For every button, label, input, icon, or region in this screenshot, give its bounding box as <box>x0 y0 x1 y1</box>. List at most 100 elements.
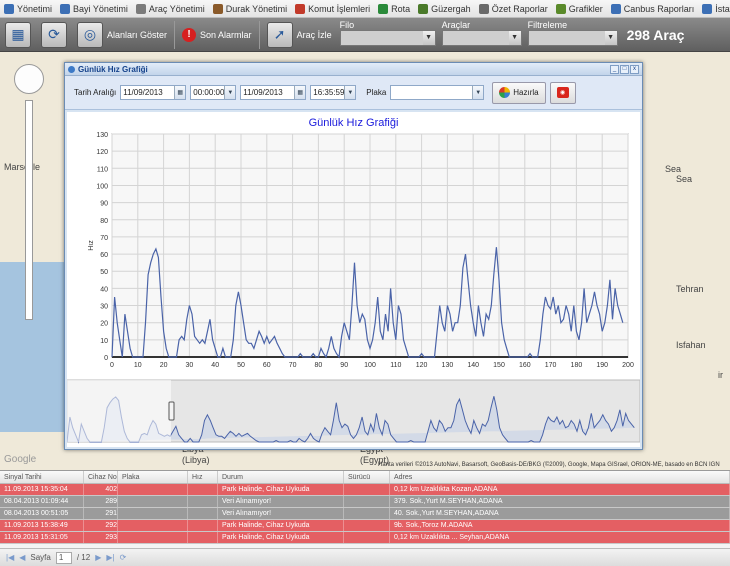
refresh-grid-icon[interactable]: ⟳ <box>120 553 127 562</box>
chevron-down-icon[interactable]: ▼ <box>472 86 484 99</box>
table-row[interactable]: 11.09.2013 15:38:49 292 Park Halinde, Ciha… <box>0 520 730 532</box>
grid-cell-date: 11.09.2013 15:31:05 <box>0 532 84 543</box>
last-page-icon[interactable]: ▶| <box>106 553 114 562</box>
x-tick-label: 110 <box>390 362 401 369</box>
export-pdf-button[interactable]: ◉ <box>549 81 576 104</box>
plate-label: Plaka <box>366 88 387 97</box>
grid-body: 11.09.2013 15:35:04 402 Park Halinde, Ciha… <box>0 484 730 544</box>
chevron-down-icon[interactable]: ▼ <box>344 86 356 99</box>
y-tick-label: 100 <box>96 183 108 190</box>
chevron-down-icon[interactable]: ▼ <box>508 30 521 45</box>
end-time-field[interactable]: 16:35:59 ▼ <box>310 85 357 100</box>
menu-item[interactable]: Güzergah <box>414 0 475 17</box>
chevron-down-icon[interactable]: ▼ <box>422 30 435 45</box>
grid-cell-status: Veri Alınamıyor! <box>218 496 344 507</box>
prev-page-icon[interactable]: ◀ <box>19 553 25 562</box>
pager: |◀ ◀ Sayfa 1 / 12 ▶ ▶| ⟳ <box>0 548 730 566</box>
grid-cell-address: 0,12 km Uzaklıkta ... Seyhan,ADANA <box>390 532 730 543</box>
grid-cell-device: 402 <box>84 484 118 495</box>
grid-column-header[interactable]: Adres <box>390 471 730 483</box>
filtering-select[interactable]: ▼ <box>527 29 618 46</box>
menu-item[interactable]: Araç Yönetimi <box>132 0 209 17</box>
grid-column-header[interactable]: Plaka <box>118 471 188 483</box>
grid-column-header[interactable]: Sinyal Tarihi <box>0 471 84 483</box>
table-row[interactable]: 08.04.2013 00:51:05 291 Veri Alınamıyor! 40… <box>0 508 730 520</box>
menu-item[interactable]: Rota <box>374 0 414 17</box>
start-date-value: 11/09/2013 <box>123 88 163 97</box>
show-areas-button[interactable]: ◎ Alanları Göster <box>72 21 172 49</box>
vehicles-select[interactable]: ▼ <box>441 29 522 46</box>
menu-item[interactable]: Durak Yönetimi <box>209 0 291 17</box>
table-row[interactable]: 11.09.2013 15:31:05 293 Park Halinde, Ciha… <box>0 532 730 544</box>
window-title: Günlük Hız Grafiği <box>78 64 148 74</box>
speed-chart[interactable]: 0 10 20 30 40 50 60 70 80 90 100 110 120 130 0 10 20 30 40… <box>66 112 641 447</box>
map-view-button[interactable]: ▦ <box>0 21 36 49</box>
menu-item[interactable]: Bayi Yönetimi <box>56 0 132 17</box>
start-date-field[interactable]: 11/09/2013 ▦ <box>120 85 187 100</box>
map-zoom-slider[interactable] <box>25 100 33 320</box>
grid-cell-driver <box>344 520 390 531</box>
menu-item[interactable]: İstatistikler <box>698 0 730 17</box>
grid-cell-date: 11.09.2013 15:38:49 <box>0 520 84 531</box>
end-date-field[interactable]: 11/09/2013 ▦ <box>240 85 307 100</box>
chevron-down-icon[interactable]: ▼ <box>224 86 236 99</box>
menu-item-label: Özet Raporlar <box>491 3 548 14</box>
next-page-icon[interactable]: ▶ <box>95 553 101 562</box>
grid-cell-date: 08.04.2013 01:09:44 <box>0 496 84 507</box>
fleet-select[interactable]: ▼ <box>339 29 436 46</box>
menu-item[interactable]: Komut İşlemleri <box>291 0 374 17</box>
page-input[interactable]: 1 <box>55 551 72 564</box>
chevron-down-icon[interactable]: ▼ <box>604 30 617 45</box>
close-icon[interactable]: x <box>630 65 639 74</box>
menu-item-icon <box>478 3 489 14</box>
map-pan-control[interactable] <box>14 64 44 94</box>
first-page-icon[interactable]: |◀ <box>6 553 14 562</box>
grid-column-header[interactable]: Sürücü <box>344 471 390 483</box>
x-tick-label: 0 <box>110 362 114 369</box>
table-row[interactable]: 11.09.2013 15:35:04 402 Park Halinde, Ciha… <box>0 484 730 496</box>
menu-item[interactable]: Grafikler <box>552 0 607 17</box>
calendar-icon[interactable]: ▦ <box>294 86 306 99</box>
grid-column-header[interactable]: Durum <box>218 471 344 483</box>
menu-item-icon <box>418 3 429 14</box>
calendar-icon[interactable]: ▦ <box>174 86 186 99</box>
x-tick-label: 70 <box>289 362 297 369</box>
window-title-bar[interactable]: Günlük Hız Grafiği <box>65 63 642 76</box>
y-tick-label: 60 <box>100 252 108 259</box>
menu-item[interactable]: Özet Raporlar <box>475 0 552 17</box>
grid-cell-status: Park Halinde, Cihaz Uykuda <box>218 520 344 531</box>
x-tick-label: 160 <box>519 362 531 369</box>
grid-cell-status: Veri Alınamıyor! <box>218 508 344 519</box>
menu-item-label: İstatistikler <box>715 3 730 14</box>
grid-cell-plate <box>118 496 188 507</box>
track-vehicle-button[interactable]: ➚ Araç İzle <box>262 21 337 49</box>
y-tick-label: 110 <box>97 166 108 173</box>
last-alarms-button[interactable]: ! Son Alarmlar <box>177 21 257 49</box>
y-tick-label: 120 <box>96 149 108 156</box>
y-tick-label: 20 <box>100 321 108 328</box>
menu-item[interactable]: Canbus Raporları <box>607 0 699 17</box>
vehicles-filter-label: Araçlar <box>441 19 471 30</box>
grid-cell-status: Park Halinde, Cihaz Uykuda <box>218 484 344 495</box>
grid-column-header[interactable]: Cihaz No <box>84 471 118 483</box>
fleet-filter: Filo ▼ <box>337 20 439 50</box>
x-tick-label: 150 <box>493 362 505 369</box>
grid-column-header[interactable]: Hız <box>188 471 218 483</box>
start-time-field[interactable]: 00:00:00 ▼ <box>190 85 237 100</box>
minimize-icon[interactable]: _ <box>610 65 619 74</box>
refresh-button[interactable]: ⟳ <box>36 21 72 49</box>
plate-select[interactable]: ▼ <box>390 85 485 100</box>
prepare-button[interactable]: Hazırla <box>492 81 546 104</box>
navigator-handle[interactable] <box>168 401 175 421</box>
grid-cell-speed <box>188 532 218 543</box>
y-tick-label: 0 <box>104 355 108 362</box>
maximize-icon[interactable]: □ <box>620 65 629 74</box>
grid-cell-driver <box>344 532 390 543</box>
speed-chart-window: Günlük Hız Grafiği _ □ x Tarih Aralığı 1… <box>64 62 643 450</box>
menu-item[interactable]: Yönetimi <box>0 0 56 17</box>
y-tick-label: 10 <box>100 338 108 345</box>
table-row[interactable]: 08.04.2013 01:09:44 289 Veri Alınamıyor! 37… <box>0 496 730 508</box>
grid-cell-date: 11.09.2013 15:35:04 <box>0 484 84 495</box>
menu-item-icon <box>555 3 566 14</box>
menu-item-label: Canbus Raporları <box>623 3 695 14</box>
